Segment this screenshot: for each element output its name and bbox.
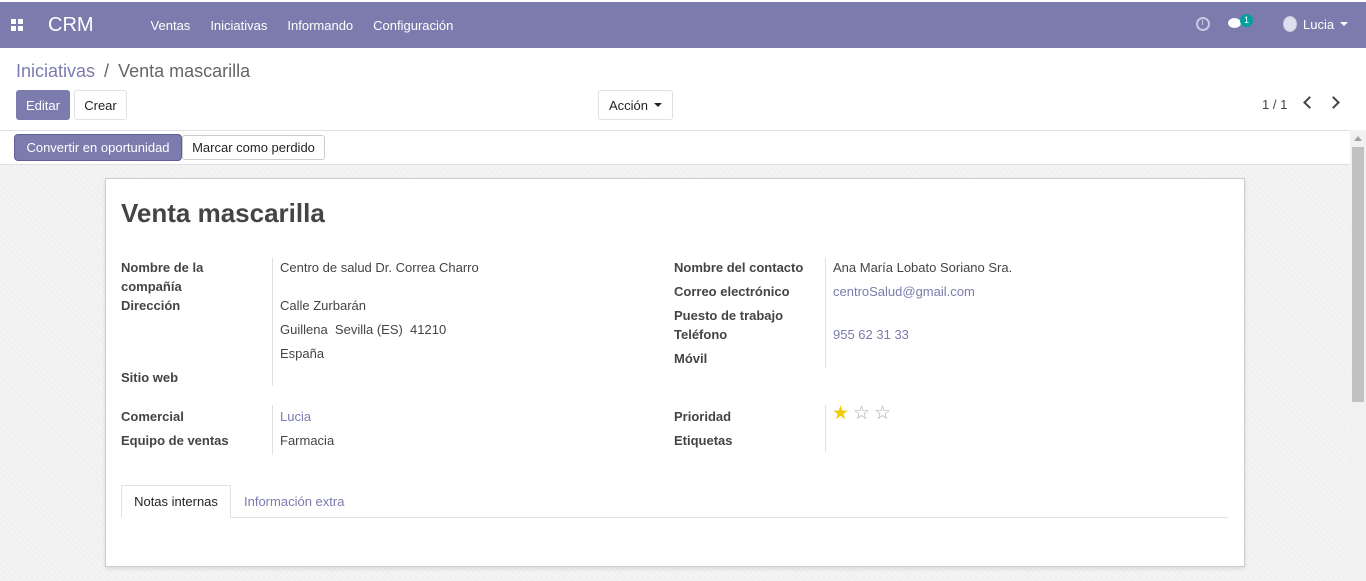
menu-item-ventas[interactable]: Ventas xyxy=(151,18,191,33)
menu-item-configuracion[interactable]: Configuración xyxy=(373,18,453,33)
action-label: Acción xyxy=(608,97,649,113)
city-value: Guillena Sevilla (ES) 41210 xyxy=(280,322,447,337)
breadcrumb-separator: / xyxy=(104,61,110,81)
vertical-scrollbar[interactable] xyxy=(1350,130,1366,581)
top-navbar: CRM Ventas Iniciativas Informando Config… xyxy=(0,2,1366,48)
notebook-tabs: Notas internas Información extra xyxy=(121,485,1228,518)
chevron-left-icon[interactable] xyxy=(1303,96,1316,109)
activity-clock-icon[interactable] xyxy=(1196,17,1210,31)
priority-star-icon[interactable]: ☆ xyxy=(874,404,891,423)
email-label: Correo electrónico xyxy=(674,284,790,299)
menu-item-informando[interactable]: Informando xyxy=(287,18,353,33)
mobile-label: Móvil xyxy=(674,351,708,366)
edit-button[interactable]: Editar xyxy=(16,90,70,120)
tab-informacion-extra[interactable]: Información extra xyxy=(244,485,344,518)
tab-notas-internas[interactable]: Notas internas xyxy=(121,485,231,518)
chevron-right-icon[interactable] xyxy=(1327,96,1340,109)
breadcrumb-current: Venta mascarilla xyxy=(118,61,251,81)
company-value: Centro de salud Dr. Correa Charro xyxy=(280,260,479,275)
breadcrumb-parent-link[interactable]: Iniciativas xyxy=(16,61,95,81)
app-brand[interactable]: CRM xyxy=(48,14,94,37)
chevron-down-icon xyxy=(1340,22,1349,26)
field-divider xyxy=(825,405,826,452)
company-label-line2: compañía xyxy=(121,279,182,294)
website-label: Sitio web xyxy=(121,370,179,385)
job-label: Puesto de trabajo xyxy=(674,308,784,323)
apps-menu-icon[interactable] xyxy=(11,19,23,31)
pager-value[interactable]: 1 / 1 xyxy=(1262,97,1287,112)
priority-label: Prioridad xyxy=(674,409,732,424)
convert-to-opportunity-button[interactable]: Convertir en oportunidad xyxy=(15,135,181,160)
messages-icon[interactable]: 1 xyxy=(1228,14,1253,30)
country-value: España xyxy=(280,346,325,361)
tags-label: Etiquetas xyxy=(674,433,733,448)
phone-label: Teléfono xyxy=(674,327,728,342)
sales-team-value: Farmacia xyxy=(280,433,335,448)
record-title: Venta mascarilla xyxy=(121,198,325,228)
street-value: Calle Zurbarán xyxy=(280,298,366,313)
messages-count-badge: 1 xyxy=(1240,14,1253,27)
breadcrumb: Iniciativas / Venta mascarilla xyxy=(16,61,250,82)
caret-down-icon xyxy=(654,103,663,107)
scroll-up-arrow-icon[interactable] xyxy=(1354,136,1362,141)
mark-lost-button[interactable]: Marcar como perdido xyxy=(182,135,325,160)
priority-star-icon[interactable]: ☆ xyxy=(853,404,870,423)
user-name: Lucia xyxy=(1303,16,1335,32)
field-divider xyxy=(272,405,273,455)
company-label-line1: Nombre de la xyxy=(121,260,204,275)
address-label: Dirección xyxy=(121,298,181,313)
user-menu[interactable]: Lucia xyxy=(1283,16,1349,32)
salesperson-link[interactable]: Lucia xyxy=(280,407,311,426)
action-dropdown-button[interactable]: Acción xyxy=(598,90,673,120)
phone-link[interactable]: 955 62 31 33 xyxy=(833,325,909,344)
menu-item-iniciativas[interactable]: Iniciativas xyxy=(210,18,267,33)
contact-value: Ana María Lobato Soriano Sra. xyxy=(833,260,1013,275)
main-menu: Ventas Iniciativas Informando Configurac… xyxy=(151,18,474,33)
field-divider xyxy=(825,258,826,368)
field-divider xyxy=(272,258,273,386)
email-link[interactable]: centroSalud@gmail.com xyxy=(833,282,975,301)
priority-star-icon[interactable]: ★ xyxy=(832,404,849,423)
salesperson-label: Comercial xyxy=(121,409,184,424)
avatar xyxy=(1283,16,1297,32)
create-button[interactable]: Crear xyxy=(74,90,127,120)
sales-team-label: Equipo de ventas xyxy=(121,433,229,448)
scrollbar-thumb[interactable] xyxy=(1352,147,1364,402)
contact-label: Nombre del contacto xyxy=(674,260,804,275)
